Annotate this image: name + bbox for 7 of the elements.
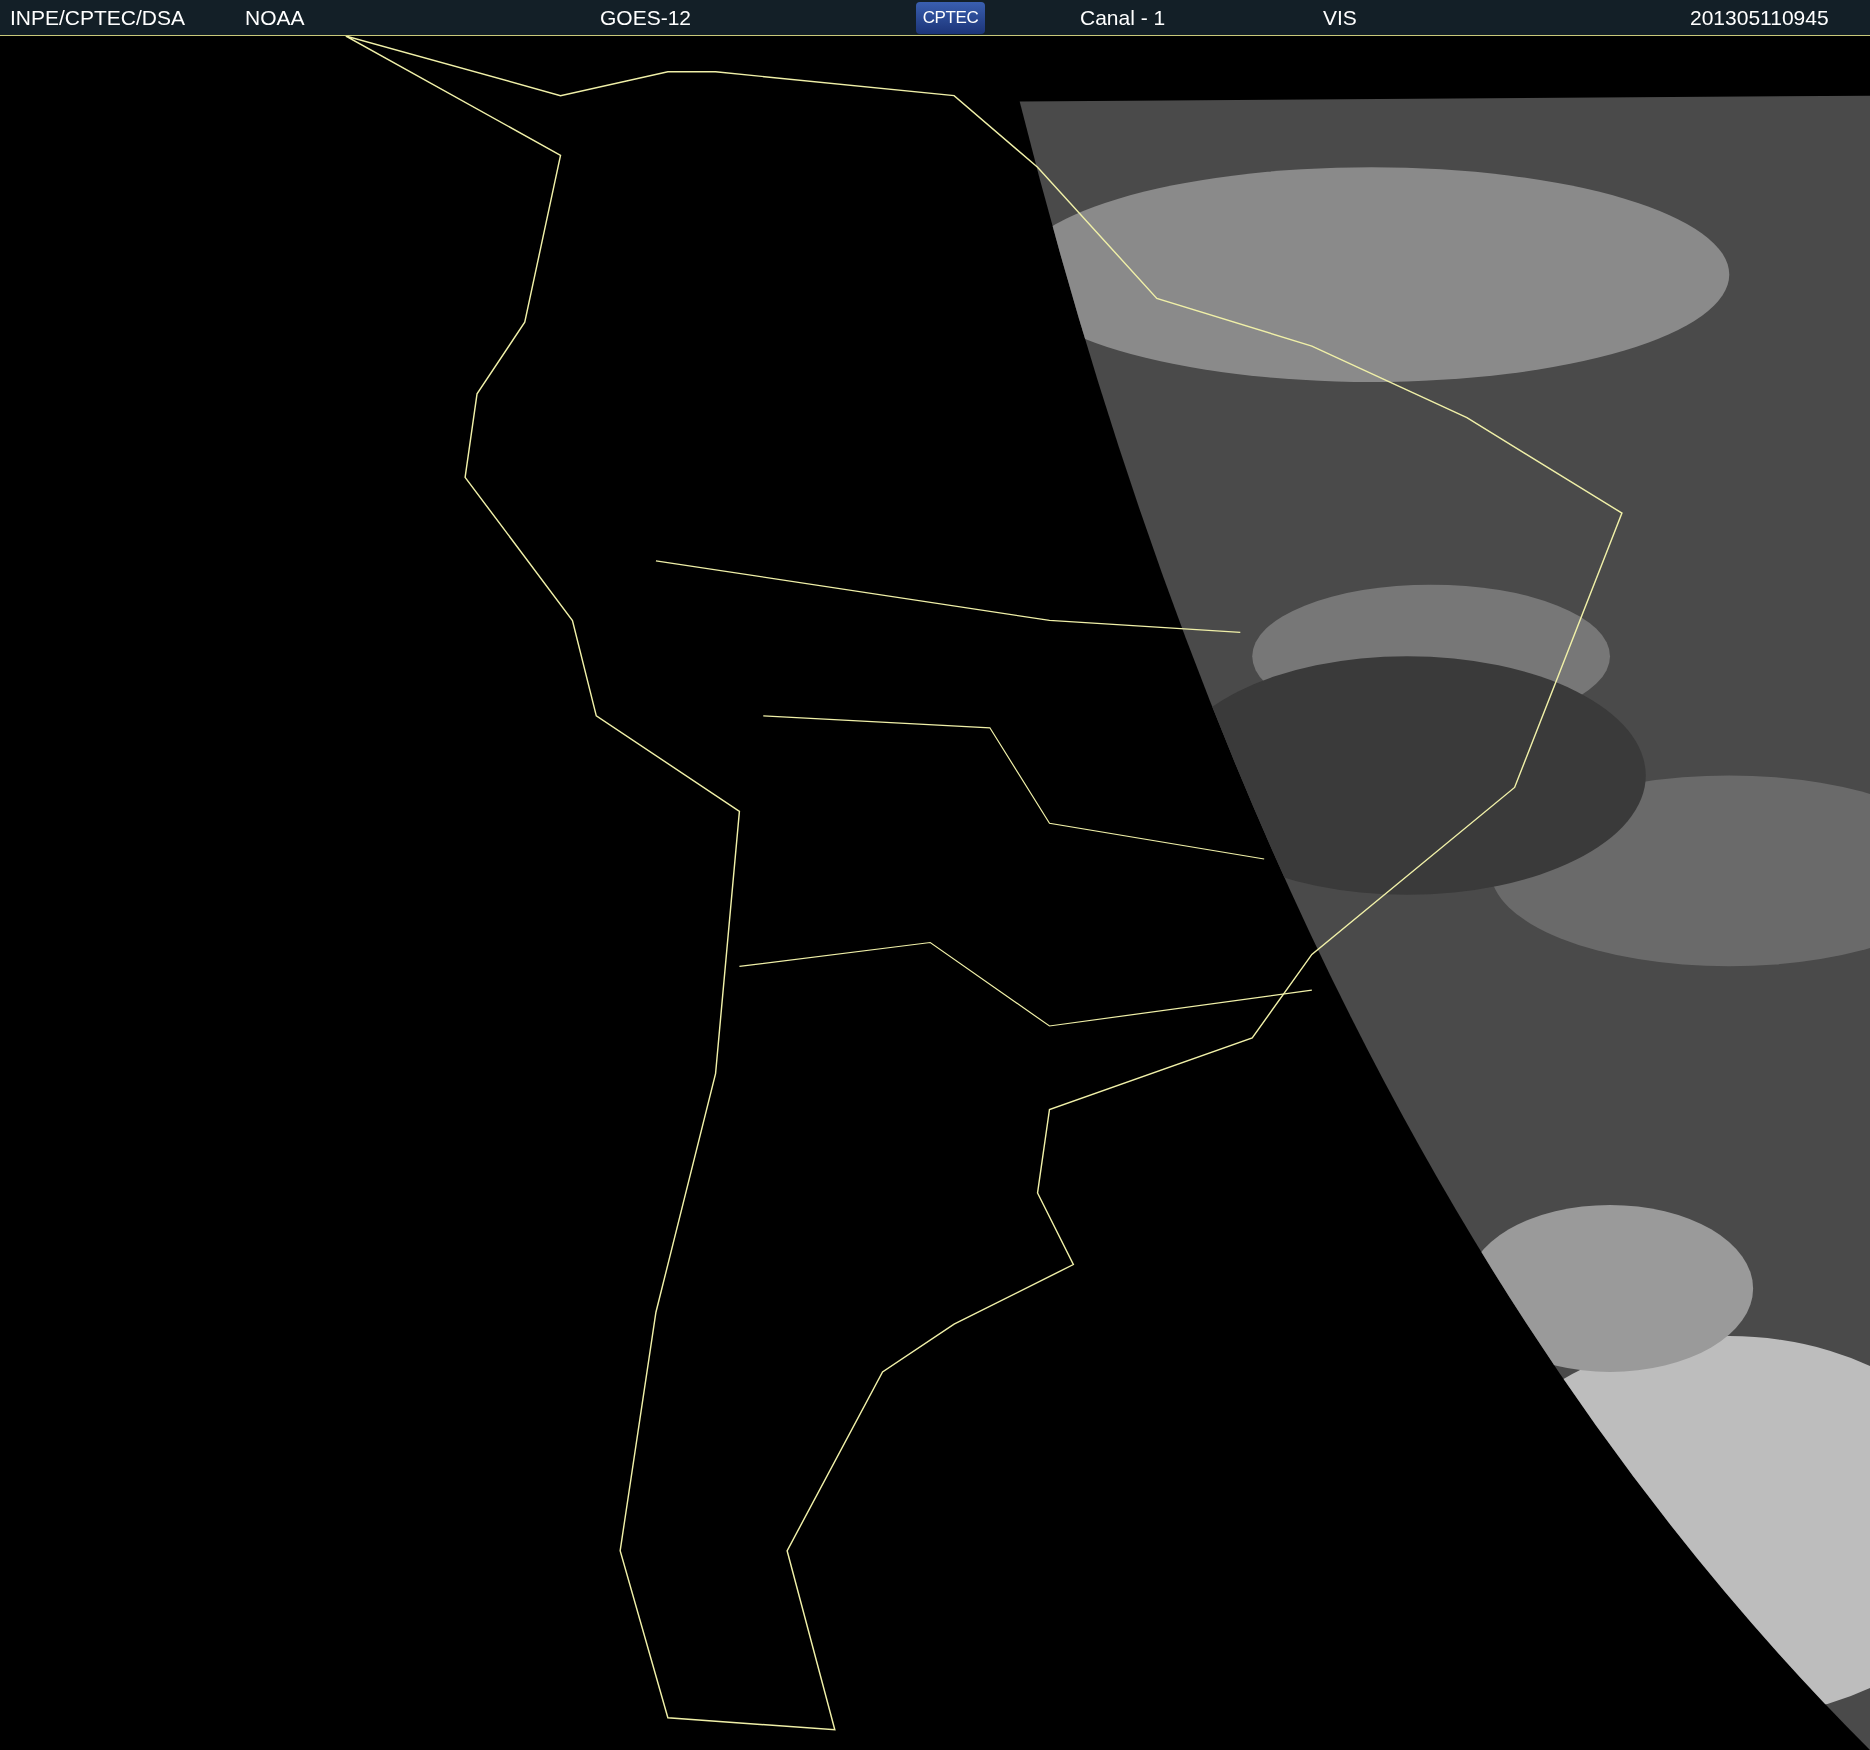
header-label: Canal - 1 [1080, 7, 1166, 28]
logo: CPTEC [916, 1, 985, 34]
header-label: 201305110945 [1690, 7, 1829, 28]
header-label: GOES-12 [600, 7, 692, 28]
header-label: INPE/CPTEC/DSA [10, 7, 186, 28]
header-label: NOAA [245, 7, 305, 28]
header-label: VIS [1323, 7, 1357, 28]
